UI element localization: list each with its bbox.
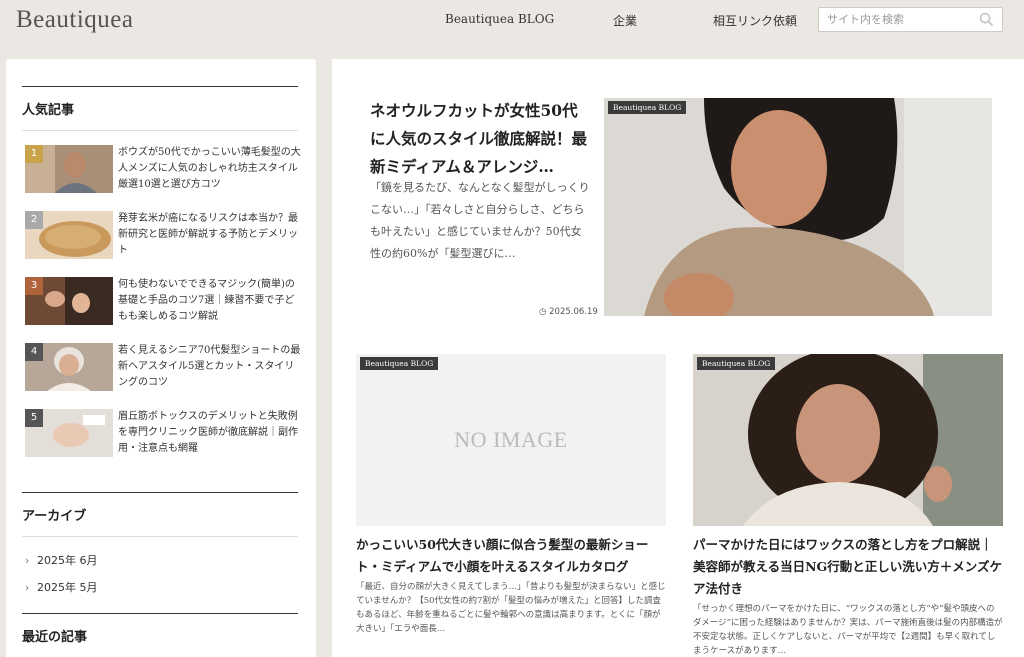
popular-item-text[interactable]: 発芽玄米が癌になるリスクは本当か？最新研究と医師が解説する予防とデメリット [118,211,301,259]
popular-item-3[interactable]: 3 何も使わないでできるマジック(簡単)の基礎と手品のコツ7選｜練習不要で子ども… [25,277,301,327]
chevron-right-icon: › [25,581,30,594]
site-header: Beautiquea Beautiquea BLOG 企業 相互リンク依頼 [0,0,1024,48]
popular-item-text[interactable]: 眉丘筋ボトックスのデメリットと失敗例を専門クリニック医師が徹底解説｜副作用・注意… [118,409,301,457]
sidebar: 人気記事 1 ボウズが50代でかっこいい薄毛髪型の大人メンズに人気のおしゃれ坊主… [6,59,316,657]
featured-article-image[interactable]: Beautiquea BLOG [604,98,992,316]
nav-link-request[interactable]: 相互リンク依頼 [713,12,797,29]
site-logo[interactable]: Beautiquea [16,6,133,34]
archive-widget-title: アーカイブ [22,492,298,537]
popular-thumb[interactable]: 1 [25,145,113,193]
card-excerpt: 「最近、自分の顔が大きく見えてしまう…」「昔よりも髪型が決まらない」と感じていま… [356,582,666,634]
popular-thumb[interactable]: 5 [25,409,113,457]
woman-touching-shoulder-photo [604,98,992,316]
rank-badge: 2 [25,211,43,229]
archive-label[interactable]: 2025年 6月 [37,554,98,567]
search-icon[interactable] [979,12,994,27]
nav-company[interactable]: 企業 [613,12,637,29]
card-image[interactable]: Beautiquea BLOG [693,354,1003,526]
category-badge[interactable]: Beautiquea BLOG [608,101,687,114]
rank-badge: 3 [25,277,43,295]
popular-thumb[interactable]: 4 [25,343,113,391]
archive-title-text: アーカイブ [22,509,87,524]
popular-item-text[interactable]: 若く見えるシニア70代髪型ショートの最新ヘアスタイル5選とカット・スタイリングの… [118,343,301,391]
date-text: 2025.06.19 [549,307,598,317]
chevron-right-icon: › [25,554,30,567]
card-title[interactable]: パーマかけた日にはワックスの落とし方をプロ解説｜美容師が教える当日NG行動と正し… [693,534,1003,600]
search-box [818,7,1003,32]
clock-icon: ◷ [539,307,547,317]
featured-article-excerpt: 「鏡を見るたび、なんとなく髪型がしっくりこない…」「若々しさと自分らしさ、どちら… [370,181,590,260]
recent-widget-title: 最近の記事 [22,613,298,645]
curly-hair-woman-photo [693,354,1003,526]
card-image[interactable]: NO IMAGE Beautiquea BLOG [356,354,666,526]
main-content: ネオウルフカットが女性50代に人気のスタイル徹底解説！最新ミディアム＆アレンジ…… [332,59,1024,657]
archive-item-2025-05[interactable]: › 2025年 5月 [25,579,98,595]
popular-item-4[interactable]: 4 若く見えるシニア70代髪型ショートの最新ヘアスタイル5選とカット・スタイリン… [25,343,301,393]
archive-label[interactable]: 2025年 5月 [37,581,98,594]
divider [22,130,298,131]
card-title[interactable]: かっこいい50代大きい顔に似合う髪型の最新ショート・ミディアムで小顔を叶えるスタ… [356,534,666,578]
popular-title-text: 人気記事 [22,103,75,118]
popular-widget-title: 人気記事 [22,86,298,131]
popular-item-text[interactable]: ボウズが50代でかっこいい薄毛髪型の大人メンズに人気のおしゃれ坊主スタイル厳選1… [118,145,301,193]
popular-item-1[interactable]: 1 ボウズが50代でかっこいい薄毛髪型の大人メンズに人気のおしゃれ坊主スタイル厳… [25,145,301,195]
search-input[interactable] [819,8,969,31]
recent-title-text: 最近の記事 [22,630,88,645]
featured-article-date: ◷ 2025.06.19 [539,307,598,317]
popular-item-2[interactable]: 2 発芽玄米が癌になるリスクは本当か？最新研究と医師が解説する予防とデメリット [25,211,301,261]
popular-thumb[interactable]: 2 [25,211,113,259]
no-image-placeholder: NO IMAGE [356,354,666,526]
card-excerpt: 「せっかく理想のパーマをかけた日に、“ワックスの落とし方”や“髪や頭皮へのダメー… [693,604,1003,656]
archive-item-2025-06[interactable]: › 2025年 6月 [25,552,98,568]
featured-article-title[interactable]: ネオウルフカットが女性50代に人気のスタイル徹底解説！最新ミディアム＆アレンジ… [370,97,592,181]
category-badge[interactable]: Beautiquea BLOG [360,357,439,370]
category-badge[interactable]: Beautiquea BLOG [697,357,776,370]
popular-thumb[interactable]: 3 [25,277,113,325]
popular-item-5[interactable]: 5 眉丘筋ボトックスのデメリットと失敗例を専門クリニック医師が徹底解説｜副作用・… [25,409,301,459]
rank-badge: 5 [25,409,43,427]
rank-badge: 1 [25,145,43,163]
divider [22,536,298,537]
rank-badge: 4 [25,343,43,361]
popular-item-text[interactable]: 何も使わないでできるマジック(簡単)の基礎と手品のコツ7選｜練習不要で子どもも楽… [118,277,301,325]
nav-blog[interactable]: Beautiquea BLOG [445,12,554,26]
